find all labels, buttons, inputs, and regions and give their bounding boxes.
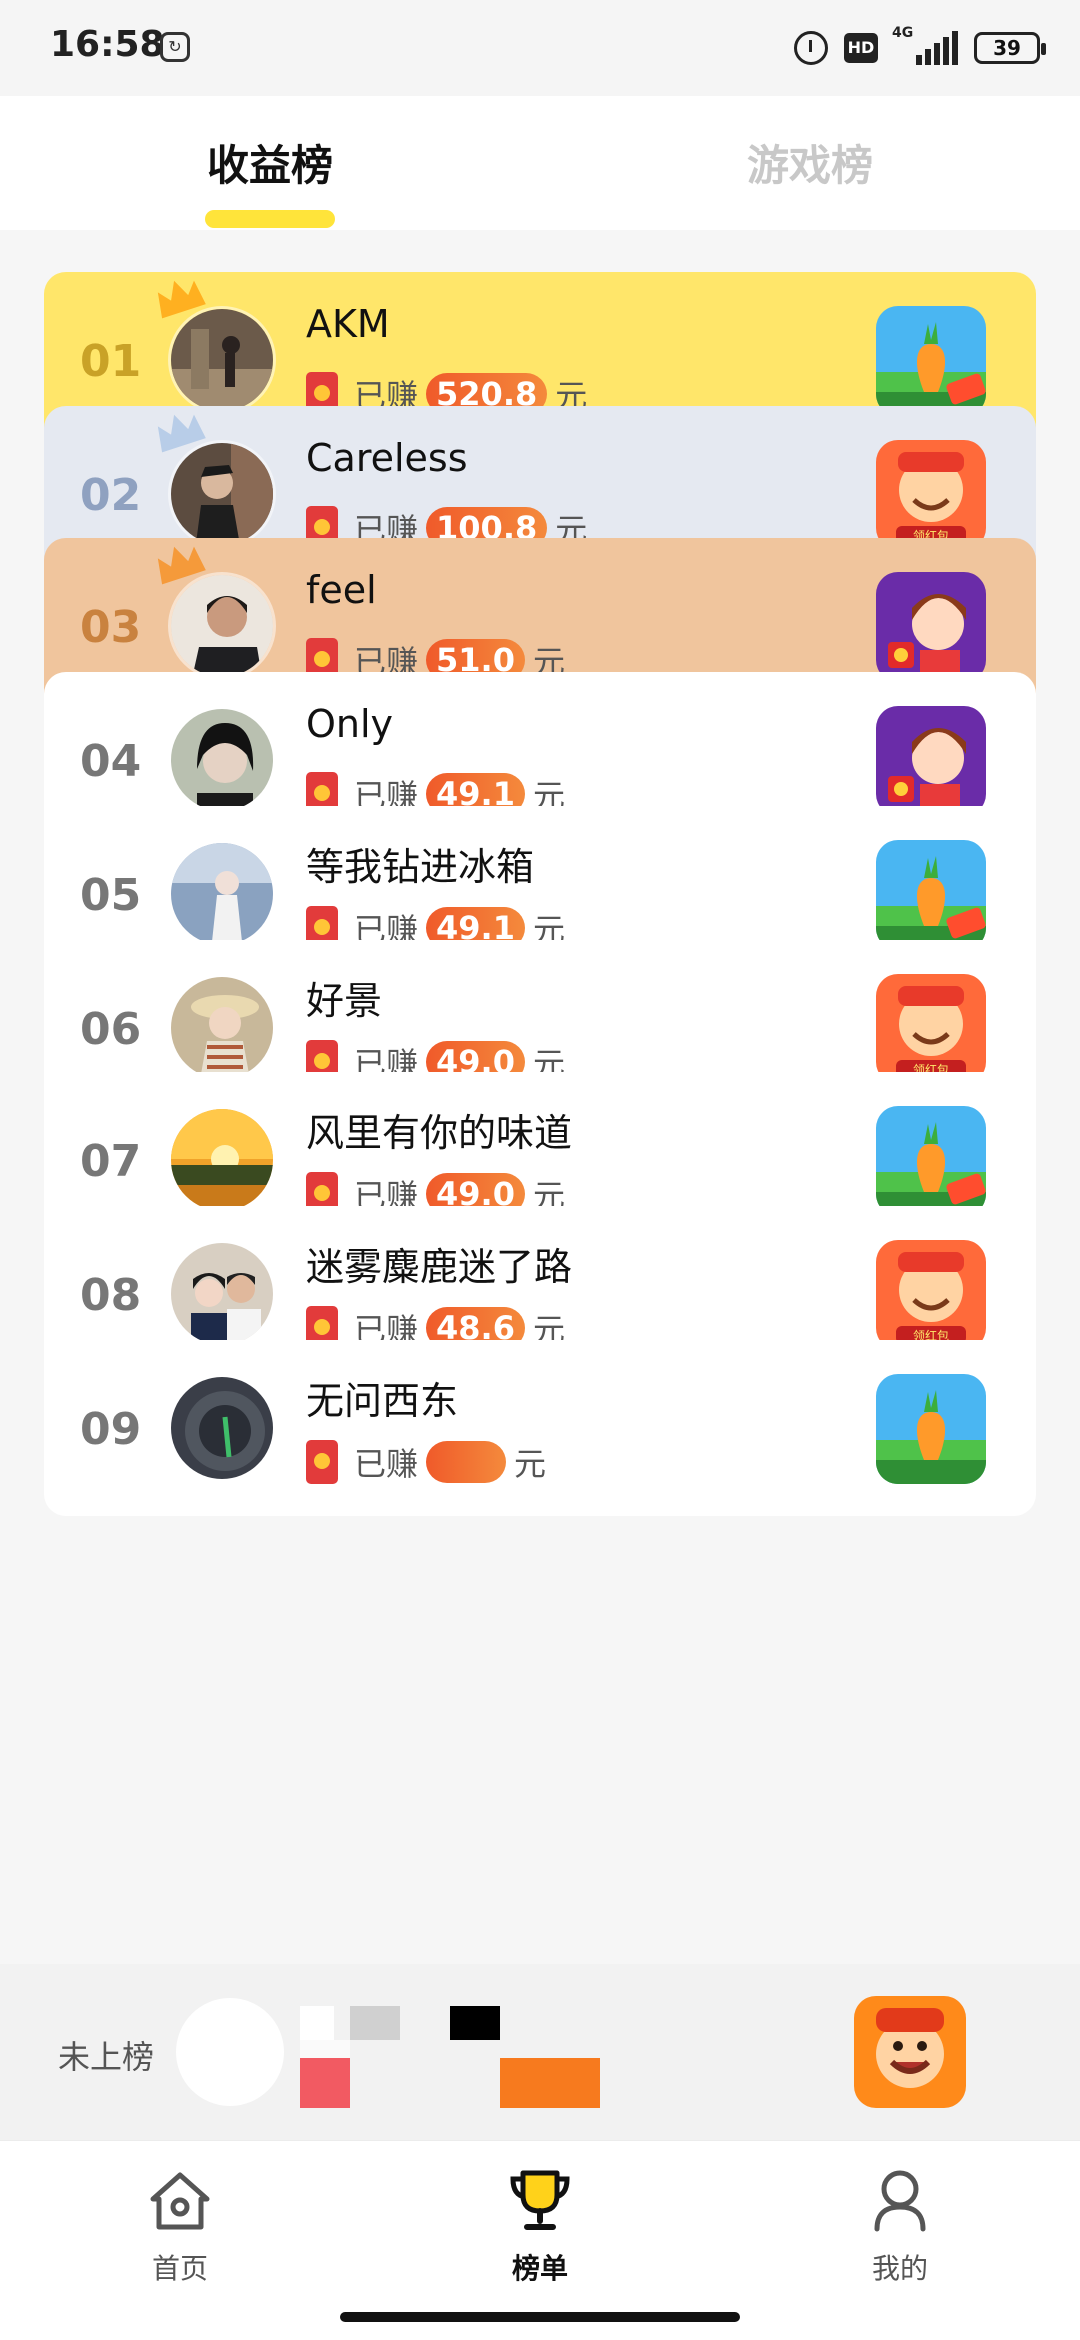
redacted-mosaic [300,2006,604,2108]
bottom-nav: 首页 榜单 我的 [0,2140,1080,2340]
trophy-icon [510,2170,570,2230]
hd-icon: HD [844,33,878,63]
home-indicator[interactable] [340,2312,740,2322]
avatar [168,1106,276,1214]
user-name: Careless [306,436,468,480]
avatar [168,1374,276,1482]
active-tab-indicator [205,210,335,228]
earnings: 已赚 元 [306,1438,546,1486]
user-name: feel [306,568,377,612]
tab-game-ranking[interactable]: 游戏榜 [660,132,960,193]
not-ranked-label: 未上榜 [58,2038,155,2076]
tab-income-ranking[interactable]: 收益榜 [120,132,420,193]
chef-game-icon[interactable] [876,706,986,816]
user-name: 等我钻进冰箱 [306,845,535,889]
home-icon [150,2172,210,2230]
my-rank-bar[interactable]: 未上榜 [0,1964,1080,2140]
farmer-game-icon[interactable] [854,1996,966,2108]
earned-label: 已赚 [354,1445,419,1483]
rank-number: 06 [80,1004,142,1055]
carrot-game-icon[interactable] [876,306,986,416]
nav-ranking[interactable]: 榜单 [460,2165,620,2287]
user-name: 迷雾麋鹿迷了路 [306,1245,573,1289]
chef-game-icon[interactable] [876,572,986,682]
user-name: 无问西东 [306,1379,459,1423]
avatar [168,306,276,414]
red-packet-icon [306,1440,338,1484]
status-icons: HD 4G 39 [794,25,1046,68]
rank-number: 09 [80,1404,142,1455]
earned-amount [426,1441,507,1483]
farmer-game-icon[interactable]: 领红包 [876,1240,986,1350]
ranking-list[interactable]: 01 AKM 已赚 520.8 元 02 Careless 已赚 100.8 元 [0,230,1080,1964]
carrot-game-icon[interactable] [876,1106,986,1216]
battery-icon: 39 [974,32,1046,64]
user-name: AKM [306,302,390,346]
user-name: 好景 [306,979,383,1023]
tab-bar: 收益榜 游戏榜 [0,96,1080,230]
rank-number: 08 [80,1270,142,1321]
rank-number: 01 [80,336,142,387]
avatar [168,840,276,948]
nav-home[interactable]: 首页 [100,2165,260,2287]
status-time: 16:58 [50,24,165,65]
nav-profile-label: 我的 [871,2252,928,2285]
carrot-game-icon[interactable] [876,1374,986,1484]
rank-number: 03 [80,602,142,653]
user-name: Only [306,702,394,746]
alarm-icon [794,31,828,65]
my-avatar [176,1998,284,2106]
user-name: 风里有你的味道 [306,1111,573,1155]
ranking-row[interactable]: 09 无问西东 已赚 元 [44,1340,1036,1516]
nav-ranking-label: 榜单 [511,2252,568,2285]
rank-number: 04 [80,736,142,787]
avatar [168,974,276,1082]
farmer-game-icon[interactable]: 领红包 [876,440,986,550]
person-icon [874,2170,926,2232]
app-notification-icon: ↻ [160,32,190,62]
avatar [168,1240,276,1348]
avatar [168,706,276,814]
network-type: 4G [892,25,914,41]
carrot-game-icon[interactable] [876,840,986,950]
avatar [168,440,276,548]
rank-number: 07 [80,1136,142,1187]
avatar [168,572,276,680]
rank-number: 02 [80,470,142,521]
signal-icon: 4G [892,25,958,65]
status-bar: 16:58 ↻ HD 4G 39 [0,0,1080,96]
farmer-game-icon[interactable]: 领红包 [876,974,986,1084]
currency-unit: 元 [514,1445,547,1483]
nav-profile[interactable]: 我的 [820,2165,980,2287]
nav-home-label: 首页 [151,2252,208,2285]
rank-number: 05 [80,870,142,921]
